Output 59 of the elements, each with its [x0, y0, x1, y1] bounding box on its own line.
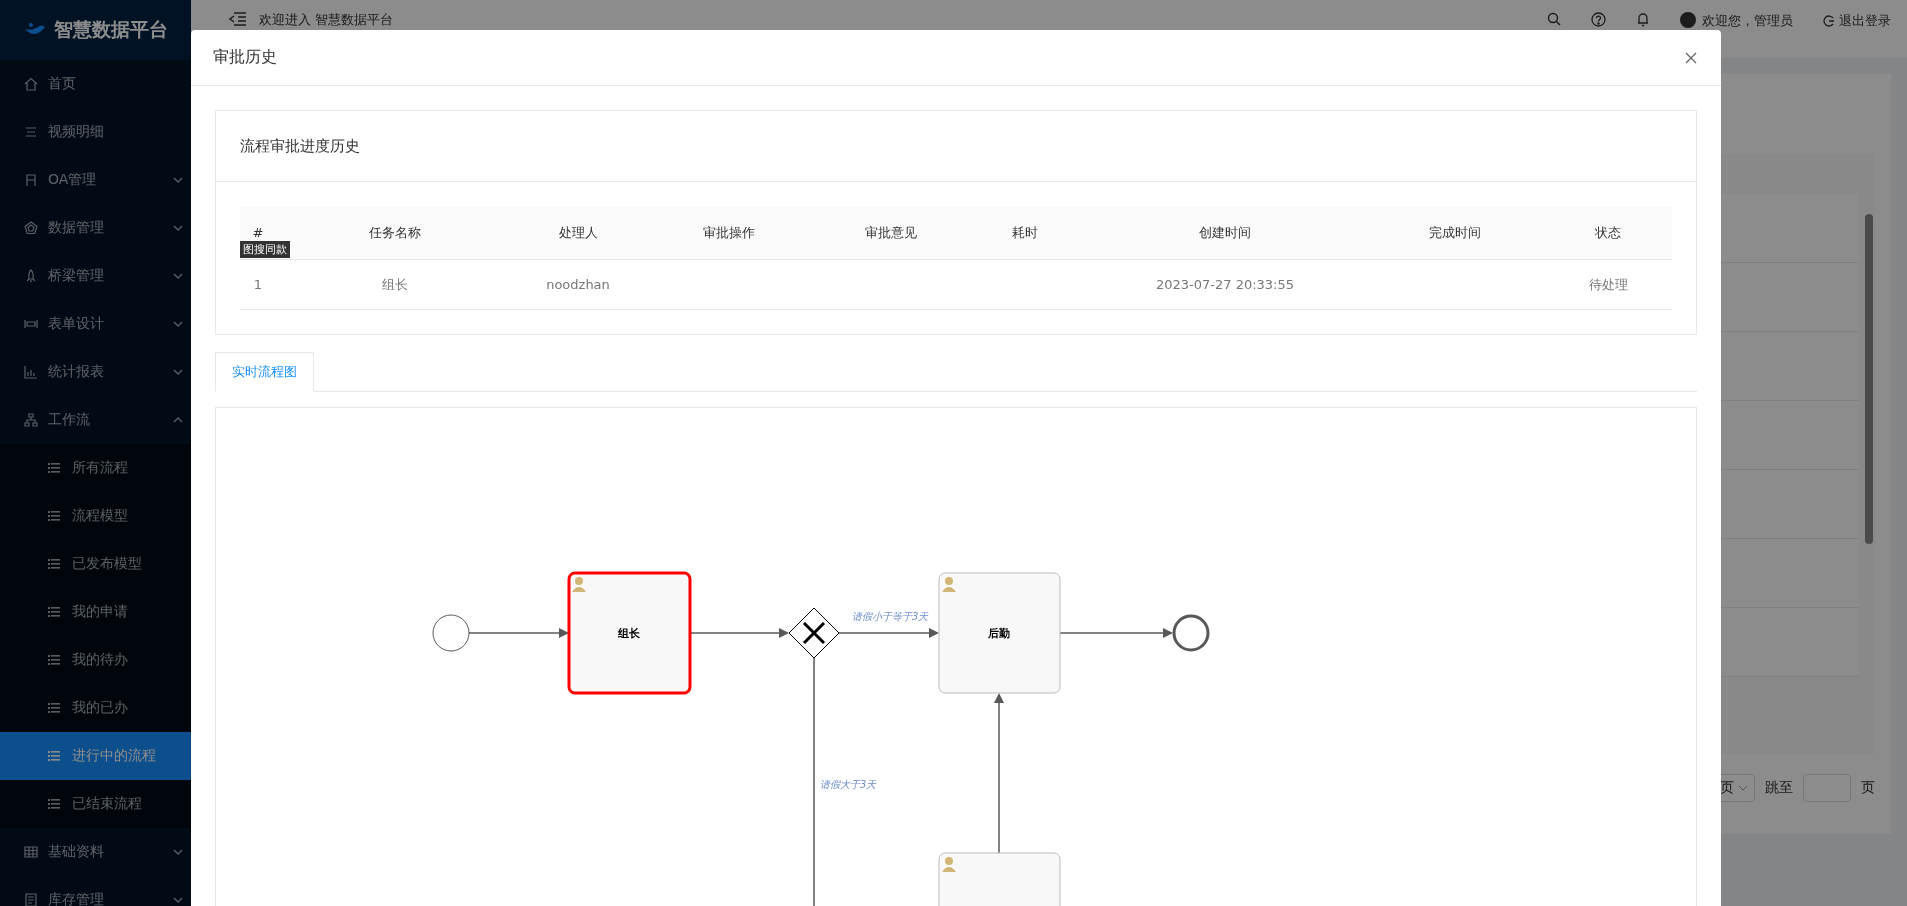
menu-item[interactable]: 工作流 [0, 396, 191, 444]
page-unit: 页 [1861, 779, 1875, 797]
menu-item[interactable]: 表单设计 [0, 300, 191, 348]
gateway-diamond [788, 607, 840, 659]
column-header: 耗时 [1011, 223, 1039, 242]
column-header: 审批意见 [864, 223, 918, 242]
end-event-circle [1172, 614, 1210, 652]
app-title: 智慧数据平台 [54, 17, 168, 42]
close-icon[interactable] [1685, 51, 1697, 64]
flow-label: 请假大于3天 [820, 779, 877, 790]
submenu-item[interactable]: 我的申请 [0, 588, 191, 636]
menu-item[interactable]: 库存管理 [0, 876, 191, 906]
menu-fold-icon[interactable] [229, 12, 247, 26]
welcome-text: 欢迎进入 智慧数据平台 [259, 12, 394, 28]
card-title: 流程审批进度历史 [240, 136, 360, 156]
logout-link[interactable]: 退出登录 [1823, 12, 1891, 30]
menu-item[interactable]: 视频明细 [0, 108, 191, 156]
column-header: 审批操作 [702, 223, 756, 242]
submenu-item[interactable]: 我的已办 [0, 684, 191, 732]
caret-icon [1738, 785, 1748, 791]
column-header: 创建时间 [1198, 223, 1252, 242]
task-node: 后勤 [938, 572, 1061, 694]
column-header: # [251, 225, 265, 240]
menu-item[interactable]: OA管理 [0, 156, 191, 204]
submenu-item[interactable]: 流程模型 [0, 492, 191, 540]
table-cell: 待处理 [1588, 276, 1628, 292]
active-task-node: 组长 [567, 571, 692, 695]
submenu-item[interactable]: 所有流程 [0, 444, 191, 492]
column-header: 处理人 [557, 223, 599, 242]
menu-item[interactable]: 桥梁管理 [0, 252, 191, 300]
table-cell: 组长 [382, 276, 408, 292]
flow-label: 请假小于等于3天 [852, 611, 929, 622]
table-cell: noodzhan [546, 277, 610, 292]
scrollbar[interactable] [1865, 214, 1873, 544]
table-cell: 1 [253, 277, 263, 292]
bell-icon[interactable] [1636, 12, 1650, 27]
avatar[interactable] [1680, 12, 1696, 28]
search-icon[interactable] [1547, 12, 1561, 26]
modal-title: 审批历史 [213, 47, 277, 68]
user-greeting: 欢迎您，管理员 [1702, 12, 1793, 30]
menu-item[interactable]: 数据管理 [0, 204, 191, 252]
start-event-circle [432, 614, 470, 652]
logout-icon [1823, 15, 1835, 27]
column-header: 状态 [1594, 223, 1622, 242]
column-header: 任务名称 [368, 223, 422, 242]
list-icon [48, 751, 60, 761]
submenu-item[interactable]: 已发布模型 [0, 540, 191, 588]
column-header: 完成时间 [1428, 223, 1482, 242]
menu-item[interactable]: 统计报表 [0, 348, 191, 396]
help-icon[interactable] [1591, 12, 1606, 27]
submenu-item[interactable]: 我的待办 [0, 636, 191, 684]
image-search-badge[interactable]: 图搜同款 [240, 241, 290, 258]
submenu-item[interactable]: 已结束流程 [0, 780, 191, 828]
tab[interactable]: 实时流程图 [215, 352, 314, 392]
menu-item[interactable]: 基础资料 [0, 828, 191, 876]
menu-item[interactable]: 首页 [0, 60, 191, 108]
submenu-item[interactable]: 进行中的流程 [0, 732, 191, 780]
table-cell: 2023-07-27 20:33:55 [1155, 277, 1295, 292]
jump-label: 跳至 [1765, 779, 1793, 797]
